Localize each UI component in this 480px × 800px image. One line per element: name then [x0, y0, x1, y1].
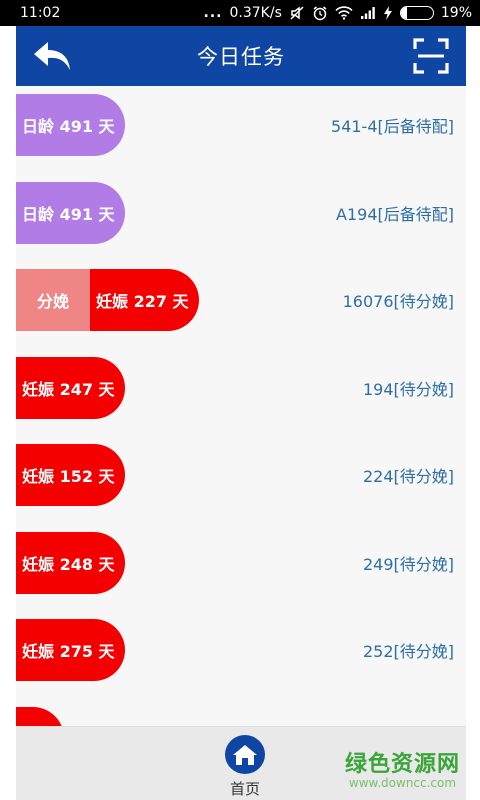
task-badge-text: 妊娠: [16, 707, 64, 727]
task-row[interactable]: 妊娠 152 天 224[待分娩]: [16, 444, 466, 506]
watermark: 绿色资源网 www.downcc.com: [345, 746, 460, 790]
battery-icon: [399, 6, 434, 20]
task-badge-text: 日龄 491 天: [22, 204, 115, 224]
task-label: 194[待分娩]: [362, 379, 454, 399]
page-title: 今日任务: [197, 45, 285, 69]
status-time: 11:02: [20, 5, 61, 21]
task-label: 249[待分娩]: [362, 554, 454, 574]
watermark-text: 绿色资源网: [344, 752, 460, 777]
task-row[interactable]: 分娩 妊娠 227 天 16076[待分娩]: [16, 269, 466, 331]
task-badge: 妊娠 152 天: [16, 444, 125, 506]
task-badge: 妊娠 275 天: [16, 619, 125, 681]
charging-icon: [383, 6, 392, 20]
task-pre-badge[interactable]: 分娩: [16, 269, 90, 331]
wifi-icon: [335, 6, 353, 20]
task-badge: 妊娠: [16, 706, 65, 727]
task-row[interactable]: 妊娠 275 天 252[待分娩]: [16, 619, 466, 681]
task-badge: 妊娠 247 天: [16, 356, 125, 419]
task-row[interactable]: 日龄 491 天 541-4[后备待配]: [16, 94, 466, 156]
task-label: 252[待分娩]: [362, 642, 454, 661]
task-badge: 分娩 妊娠 227 天: [16, 269, 199, 331]
home-tab[interactable]: 首页: [220, 735, 270, 799]
task-list[interactable]: 日龄 491 天 541-4[后备待配] 日龄 491 天 A194[后备待配] 分娩妊…: [16, 86, 466, 726]
task-badge-text: 妊娠 247 天: [22, 379, 115, 399]
task-badge-text: 日龄 491 天: [22, 117, 115, 136]
task-row[interactable]: 妊娠 247 天 194[待分娩]: [16, 356, 466, 419]
task-badge: 妊娠 248 天: [16, 531, 125, 594]
task-row[interactable]: 妊娠 248 天 249[待分娩]: [16, 531, 466, 594]
battery-percent: 19%: [440, 5, 472, 21]
task-label: 541-4[后备待配]: [331, 117, 454, 136]
task-badge: 日龄 491 天: [16, 94, 125, 156]
task-row[interactable]: 日龄 491 天 A194[后备待配]: [16, 181, 466, 244]
back-arrow-icon[interactable]: [32, 38, 76, 74]
notification-dots: ...: [203, 5, 223, 21]
status-bar: 11:02 ... 0.37K/s 19%: [0, 0, 480, 26]
home-icon: [225, 735, 265, 774]
signal-icon: [360, 7, 375, 19]
task-label: 16076[待分娩]: [342, 292, 454, 311]
task-label: A194[后备待配]: [336, 204, 454, 224]
task-label: 224[待分娩]: [362, 467, 454, 486]
task-row[interactable]: 妊娠: [16, 706, 466, 727]
task-badge-text: 妊娠 275 天: [22, 642, 115, 661]
task-badge: 日龄 491 天: [16, 181, 125, 244]
app-header: 今日任务: [16, 26, 466, 86]
scan-icon[interactable]: [412, 37, 450, 75]
home-label: 首页: [229, 780, 260, 798]
mute-icon: [290, 6, 304, 20]
task-badge-text: 妊娠 152 天: [22, 467, 115, 486]
network-speed: 0.37K/s: [229, 5, 282, 21]
task-badge-text: 妊娠 248 天: [22, 554, 115, 574]
watermark-url: www.downcc.com: [348, 776, 457, 790]
app-screen: 今日任务 日龄 491 天 541-4[后备待配] 日龄 491 天 A194[后备待…: [16, 26, 466, 800]
alarm-icon: [313, 6, 327, 21]
task-badge-text: 妊娠 227 天: [96, 292, 189, 311]
